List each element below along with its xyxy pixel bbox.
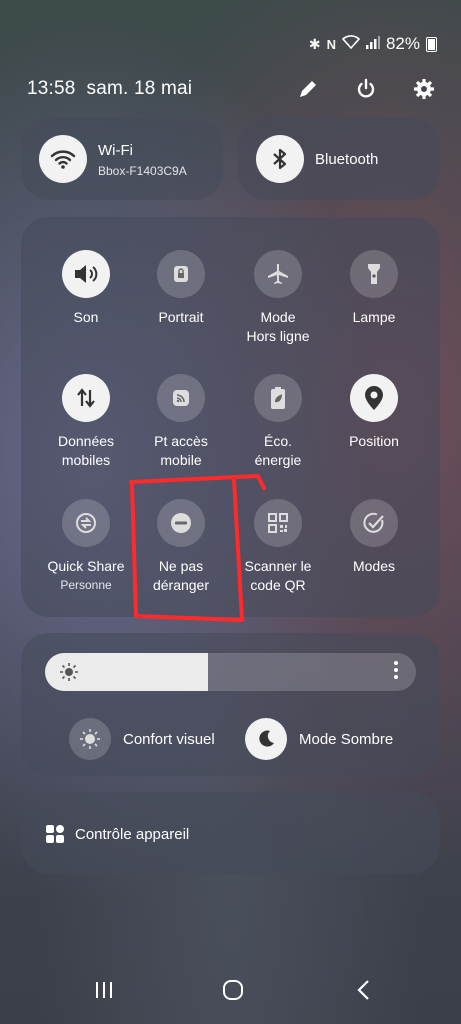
tile-speaker[interactable]: Son — [36, 250, 136, 327]
tile-label: Quick Share — [47, 558, 125, 574]
signal-icon — [365, 34, 380, 54]
brightness-panel: Confort visuel Mode Sombre — [21, 633, 440, 776]
quick-share-icon — [62, 499, 110, 547]
device-control-grid-icon — [46, 825, 64, 843]
qr-code-icon — [254, 499, 302, 547]
mobile-data-icon — [62, 374, 110, 422]
status-bar: ✱ N 82% — [309, 34, 437, 54]
bluetooth-icon — [256, 135, 304, 183]
brightness-slider[interactable] — [45, 653, 416, 691]
wifi-tile[interactable]: Wi-Fi Bbox-F1403C9A — [21, 118, 223, 200]
device-control-panel[interactable]: Contrôle appareil — [21, 792, 440, 874]
edit-pencil-icon[interactable] — [295, 76, 321, 102]
modes-icon — [350, 499, 398, 547]
tile-label: Données — [57, 433, 115, 449]
battery-percent: 82% — [385, 34, 420, 53]
rotation-lock-icon — [157, 250, 205, 298]
bluetooth-tile[interactable]: Bluetooth — [238, 118, 440, 200]
clock-date: sam. 18 mai — [86, 78, 193, 99]
datetime: 13:58 sam. 18 mai — [27, 78, 192, 100]
moon-icon — [245, 718, 287, 760]
tile-label: Pt accès — [154, 433, 208, 449]
tile-label: Mode — [260, 309, 296, 325]
tile-label: mobile — [160, 452, 202, 468]
hotspot-icon — [157, 374, 205, 422]
location-icon — [350, 374, 398, 422]
power-icon[interactable] — [353, 76, 379, 102]
do-not-disturb-icon — [157, 499, 205, 547]
header-actions — [295, 76, 437, 102]
quick-settings-grid: Son Portrait Mode Hors ligne Lampe Données mob… — [21, 217, 440, 617]
home-icon[interactable] — [218, 976, 248, 1004]
nfc-icon: N — [326, 36, 336, 52]
tile-label: Portrait — [158, 309, 204, 325]
tile-airplane[interactable]: Mode Hors ligne — [228, 250, 328, 346]
clock-time: 13:58 — [27, 78, 76, 99]
wifi-title: Wi-Fi — [98, 142, 133, 159]
tile-label: code QR — [250, 577, 306, 593]
device-control-label: Contrôle appareil — [75, 825, 190, 843]
tile-qr-code[interactable]: Scanner le code QR — [228, 499, 328, 595]
bluetooth-title: Bluetooth — [315, 151, 379, 168]
battery-icon — [426, 36, 437, 52]
tile-hotspot[interactable]: Pt accès mobile — [131, 374, 231, 470]
tile-quick-share[interactable]: Quick Share Personne — [36, 499, 136, 595]
tile-label: mobiles — [61, 452, 111, 468]
wifi-icon — [39, 135, 87, 183]
tile-sublabel: Personne — [60, 578, 112, 592]
eye-comfort-label: Confort visuel — [123, 730, 215, 748]
tile-label: énergie — [254, 452, 302, 468]
tile-location[interactable]: Position — [324, 374, 424, 451]
eye-comfort-icon — [69, 718, 111, 760]
tile-label: déranger — [152, 577, 210, 593]
flashlight-icon — [350, 250, 398, 298]
power-saving-icon — [254, 374, 302, 422]
back-icon[interactable] — [348, 976, 378, 1004]
tile-label: Éco. — [263, 433, 292, 449]
tile-rotation-lock[interactable]: Portrait — [131, 250, 231, 327]
tile-mobile-data[interactable]: Données mobiles — [36, 374, 136, 470]
tile-flashlight[interactable]: Lampe — [324, 250, 424, 327]
tile-label: Scanner le — [244, 558, 312, 574]
dark-mode-label: Mode Sombre — [299, 730, 394, 748]
airplane-icon — [254, 250, 302, 298]
recent-apps-icon[interactable] — [89, 976, 119, 1004]
brightness-sun-icon — [60, 663, 78, 681]
wifi-network-name: Bbox-F1403C9A — [98, 164, 187, 178]
bluetooth-status-icon: ✱ — [308, 35, 321, 52]
tile-modes[interactable]: Modes — [324, 499, 424, 576]
dark-mode-toggle[interactable]: Mode Sombre — [245, 718, 393, 760]
brightness-more-icon[interactable] — [394, 661, 398, 682]
tile-do-not-disturb[interactable]: Ne pas déranger — [131, 499, 231, 595]
tile-label: Son — [73, 309, 99, 325]
speaker-icon — [62, 250, 110, 298]
tile-label: Position — [349, 433, 399, 449]
tile-label: Ne pas — [158, 558, 204, 574]
wifi-status-icon — [341, 34, 361, 54]
settings-gear-icon[interactable] — [411, 76, 437, 102]
tile-label: Lampe — [352, 309, 396, 325]
eye-comfort-toggle[interactable]: Confort visuel — [69, 718, 215, 760]
tile-power-saving[interactable]: Éco. énergie — [228, 374, 328, 470]
tile-label: Modes — [352, 558, 396, 574]
tile-label: Hors ligne — [246, 328, 310, 344]
navigation-bar — [0, 968, 461, 1008]
